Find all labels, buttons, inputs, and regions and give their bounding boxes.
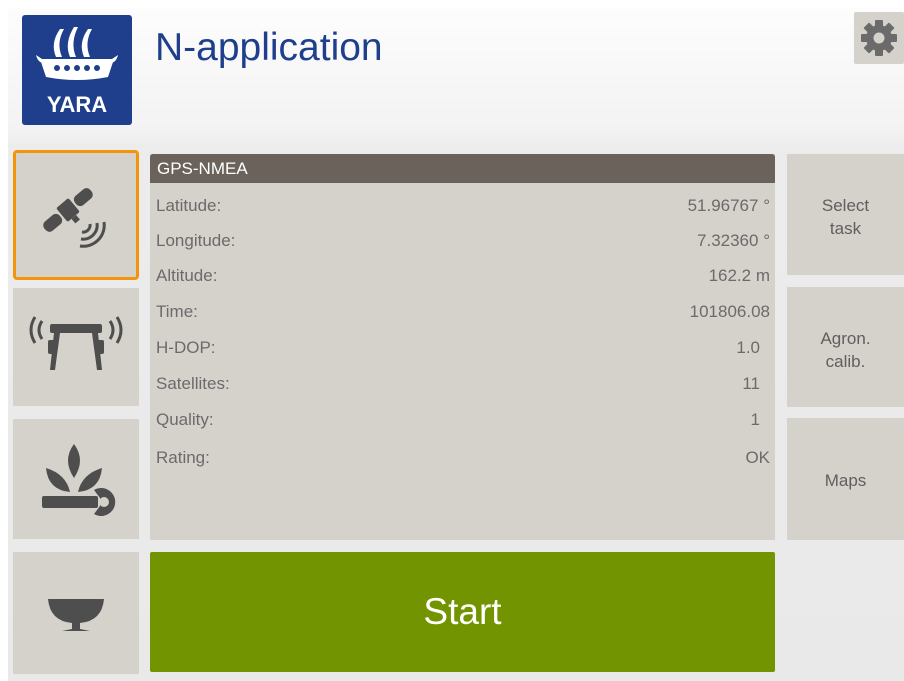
crop-settings-icon	[42, 444, 116, 516]
row-value: 7.32360 °	[697, 231, 770, 250]
row-value: 51.96767 °	[687, 196, 770, 215]
row-value: 11	[742, 374, 760, 393]
gps-row-longitude: Longitude: 7.32360 °	[156, 227, 770, 255]
app-window: YARA N-application GPS-NMEA Latitude: 51…	[8, 8, 904, 681]
agron-calib-label-1: Agron.	[820, 329, 871, 348]
row-label: Longitude:	[156, 231, 236, 250]
nav-crop-settings-button[interactable]	[13, 419, 139, 539]
yara-logo: YARA	[22, 15, 132, 125]
nav-bowl-button[interactable]	[13, 552, 139, 674]
row-value: 1	[750, 410, 760, 429]
nav-gps-button[interactable]	[13, 150, 139, 280]
gps-row-rating: Rating: OK	[156, 444, 770, 472]
viking-ship-icon	[36, 27, 118, 80]
row-label: Satellites:	[156, 374, 230, 393]
row-label: Quality:	[156, 410, 214, 429]
settings-button[interactable]	[854, 12, 904, 64]
agron-calib-label-2: calib.	[825, 352, 866, 371]
start-button[interactable]: Start	[150, 552, 775, 672]
row-value: 101806.08	[689, 302, 770, 321]
gps-row-time: Time: 101806.08	[156, 298, 770, 326]
gps-row-satellites: Satellites: 11	[156, 370, 770, 398]
gps-nmea-panel: GPS-NMEA Latitude: 51.96767 ° Longitude:…	[150, 154, 775, 540]
gear-icon	[861, 20, 897, 56]
row-label: Altitude:	[156, 266, 218, 285]
bowl-icon	[48, 599, 104, 631]
row-value: 162.2 m	[708, 266, 770, 285]
row-label: Rating:	[156, 448, 210, 467]
agron-calib-button[interactable]: Agron. calib.	[787, 287, 904, 407]
row-label: Time:	[156, 302, 198, 321]
spreader-icon	[29, 316, 123, 370]
select-task-label-1: Select	[821, 196, 870, 215]
gps-row-altitude: Altitude: 162.2 m	[156, 262, 770, 290]
satellite-icon	[43, 188, 106, 248]
gps-row-latitude: Latitude: 51.96767 °	[156, 192, 770, 220]
select-task-label-2: task	[829, 219, 862, 238]
maps-button[interactable]: Maps	[787, 418, 904, 540]
row-label: Latitude:	[156, 196, 222, 215]
nav-spreader-button[interactable]	[13, 288, 139, 406]
page-title: N-application	[155, 26, 383, 69]
maps-label: Maps	[824, 471, 867, 490]
logo-text: YARA	[46, 92, 108, 117]
select-task-button[interactable]: Select task	[787, 154, 904, 275]
panel-title: GPS-NMEA	[150, 154, 775, 183]
row-value: OK	[745, 448, 770, 467]
row-value: 1.0	[736, 338, 760, 357]
gps-row-hdop: H-DOP: 1.0	[156, 334, 770, 362]
gps-row-quality: Quality: 1	[156, 406, 770, 434]
row-label: H-DOP:	[156, 338, 216, 357]
